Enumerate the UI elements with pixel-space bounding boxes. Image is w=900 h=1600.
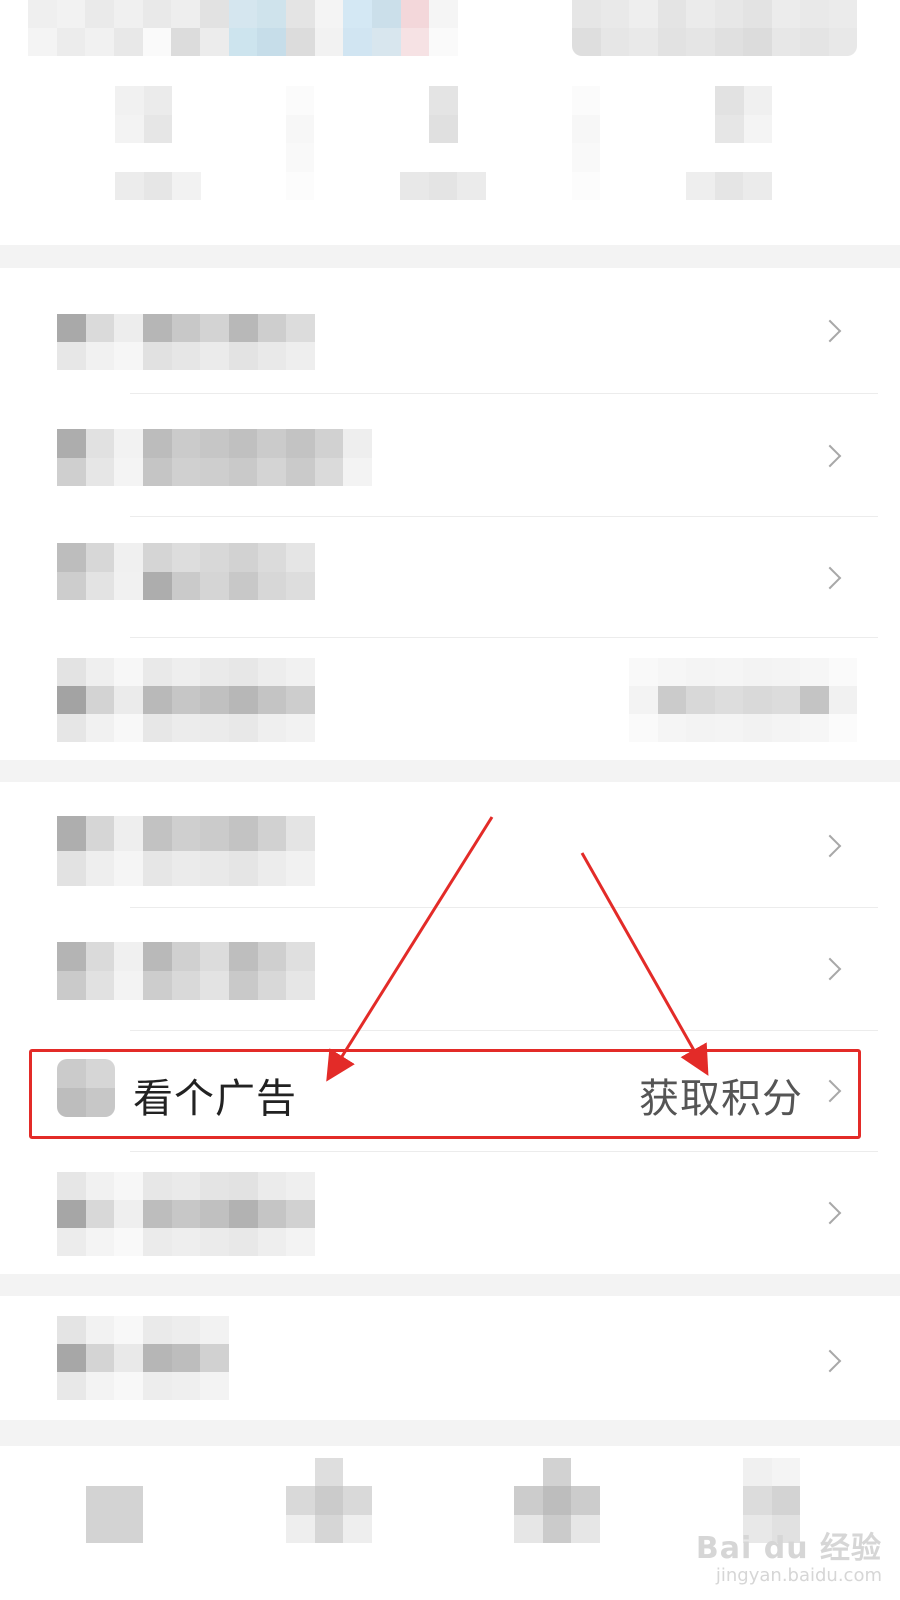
- menu-row-2[interactable]: [0, 394, 900, 516]
- stat-2-value-blurred[interactable]: [429, 86, 458, 143]
- chevron-right-icon: [818, 1201, 842, 1225]
- stat-2-label-blurred: [400, 172, 486, 200]
- stat-divider-1: [286, 86, 314, 200]
- menu-row-1-label-blurred: [57, 314, 315, 370]
- stat-3-value-blurred[interactable]: [715, 86, 772, 143]
- menu-row-9[interactable]: [0, 1296, 900, 1420]
- menu-row-8[interactable]: [0, 1152, 900, 1274]
- chevron-right-icon: [818, 834, 842, 858]
- menu-row-8-label-blurred: [57, 1172, 315, 1256]
- menu-row-5[interactable]: [0, 782, 900, 907]
- section-gap: [0, 1420, 900, 1446]
- section-gap: [0, 1274, 900, 1296]
- highlight-box: [29, 1049, 861, 1139]
- section-gap: [0, 245, 900, 268]
- menu-row-4[interactable]: [0, 638, 900, 760]
- menu-row-6-label-blurred: [57, 942, 315, 1000]
- menu-row-3[interactable]: [0, 517, 900, 637]
- section-gap: [0, 760, 900, 782]
- watermark-main: Bai du 经验: [695, 1531, 882, 1566]
- menu-row-9-label-blurred: [57, 1316, 229, 1400]
- watermark-sub: jingyan.baidu.com: [715, 1565, 882, 1586]
- menu-row-4-value-blurred: [629, 658, 857, 742]
- tab-2-icon-blurred[interactable]: [286, 1458, 372, 1543]
- menu-row-5-label-blurred: [57, 816, 315, 886]
- menu-row-6[interactable]: [0, 908, 900, 1030]
- baidu-jingyan-watermark: Bai du 经验 jingyan.baidu.com: [696, 1523, 882, 1586]
- profile-name-blurred: [28, 0, 458, 56]
- menu-row-3-label-blurred: [57, 543, 315, 600]
- tab-3-icon-blurred[interactable]: [514, 1458, 600, 1543]
- profile-action-blurred[interactable]: [572, 0, 857, 56]
- chevron-right-icon: [818, 1349, 842, 1373]
- chevron-right-icon: [818, 319, 842, 343]
- menu-row-1[interactable]: [0, 268, 900, 393]
- stat-divider-2: [572, 86, 600, 200]
- tab-1-icon-blurred[interactable]: [86, 1486, 143, 1543]
- chevron-right-icon: [818, 444, 842, 468]
- profile-header: [0, 0, 900, 245]
- menu-row-2-label-blurred: [57, 429, 372, 486]
- chevron-right-icon: [818, 566, 842, 590]
- stat-1-label-blurred: [115, 172, 201, 200]
- stat-3-label-blurred: [686, 172, 772, 200]
- chevron-right-icon: [818, 957, 842, 981]
- menu-row-4-label-blurred: [57, 658, 315, 742]
- stat-1-value-blurred[interactable]: [115, 86, 172, 143]
